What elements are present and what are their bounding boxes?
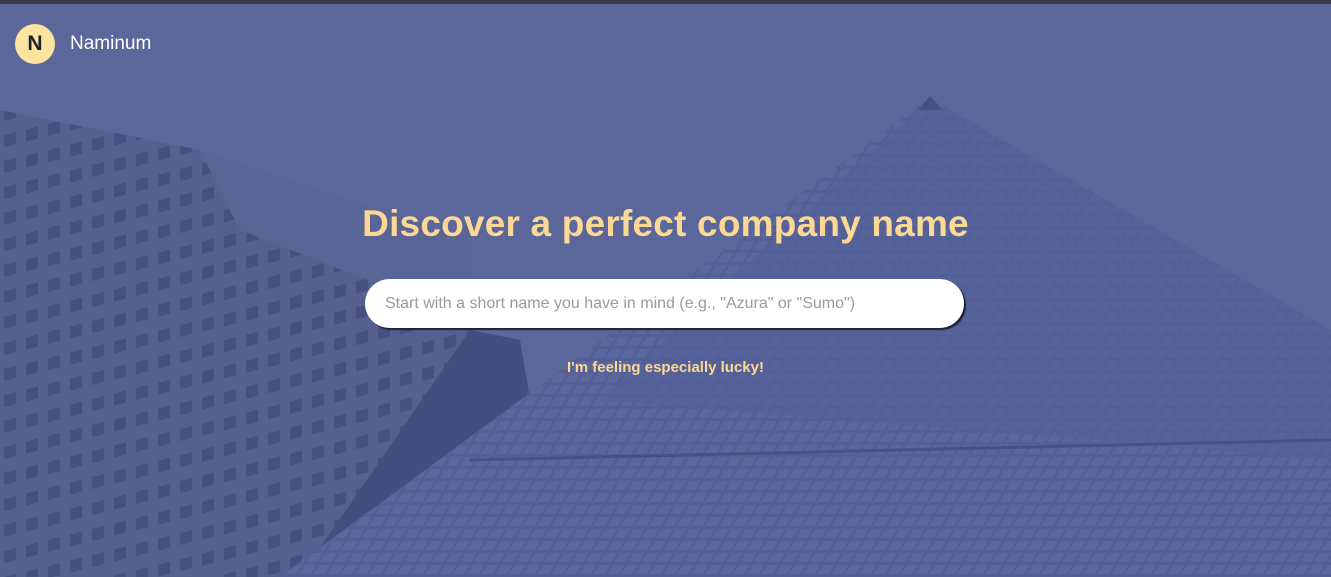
logo-badge[interactable]: N — [15, 24, 55, 64]
brand-name[interactable]: Naminum — [70, 33, 151, 55]
hero: Discover a perfect company name — [0, 203, 1331, 245]
top-border — [0, 0, 1331, 4]
search-bar — [365, 279, 964, 328]
lucky-section: I'm feeling especially lucky! — [0, 359, 1331, 377]
search-input[interactable] — [365, 279, 964, 328]
lucky-link[interactable]: I'm feeling especially lucky! — [567, 359, 764, 376]
landing-page: N Naminum Discover a perfect company nam… — [0, 0, 1331, 577]
logo-letter: N — [27, 32, 43, 55]
header: N Naminum — [15, 24, 151, 64]
hero-title: Discover a perfect company name — [362, 203, 969, 244]
